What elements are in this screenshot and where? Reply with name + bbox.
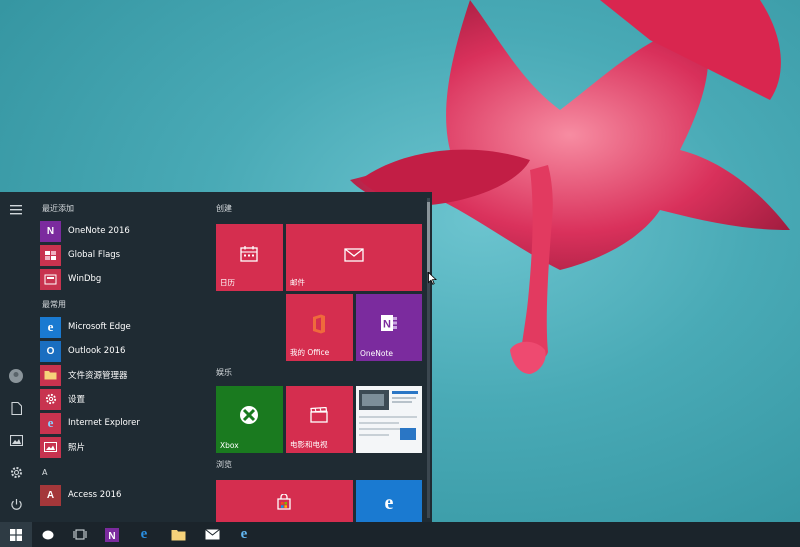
hamburger-icon (10, 205, 22, 215)
tile-label: Xbox (220, 441, 239, 450)
app-item-photos[interactable]: 照片 (40, 436, 208, 458)
power-button[interactable] (4, 492, 28, 516)
tile-group-play: 娱乐 (216, 368, 232, 377)
gear-icon (10, 466, 22, 478)
mail-icon (204, 529, 220, 540)
app-item-windbg[interactable]: WinDbg (40, 268, 208, 290)
tile-group-explore: 浏览 (216, 460, 232, 469)
app-item-internet-explorer[interactable]: e Internet Explorer (40, 412, 208, 434)
app-item-onenote-2016[interactable]: N OneNote 2016 (40, 220, 208, 242)
section-letter-a: A (42, 468, 48, 477)
tile-calendar[interactable]: 日历 (216, 224, 283, 291)
office-icon (308, 312, 330, 336)
start-menu: 最近添加 N OneNote 2016 Global Flags WinDbg … (0, 192, 432, 522)
onenote-icon: N (105, 527, 119, 542)
tile-edge[interactable]: e (356, 480, 422, 522)
app-item-access-2016[interactable]: A Access 2016 (40, 484, 208, 506)
file-explorer-icon (40, 364, 61, 386)
access-icon: A (40, 484, 61, 506)
outlook-icon: O (40, 340, 61, 362)
ie-icon: e (40, 412, 61, 434)
app-label: Access 2016 (68, 490, 122, 500)
start-button[interactable] (0, 522, 32, 547)
cortana-icon (42, 530, 54, 539)
mail-icon (342, 245, 366, 265)
svg-text:N: N (108, 531, 115, 542)
settings-rail-button[interactable] (4, 460, 28, 484)
cortana-button[interactable] (32, 522, 64, 547)
taskbar: N e e (0, 522, 800, 547)
start-menu-scrollbar[interactable] (427, 198, 430, 518)
avatar-icon (9, 369, 23, 383)
start-rail (0, 192, 32, 522)
app-label: 文件资源管理器 (68, 371, 128, 381)
tile-photo-preview[interactable] (356, 386, 422, 453)
edge-icon: e (140, 526, 148, 542)
ie-icon: e (240, 526, 248, 542)
app-label: OneNote 2016 (68, 226, 130, 236)
tile-mail[interactable]: 邮件 (286, 224, 422, 291)
document-icon (10, 401, 22, 415)
tile-store[interactable] (216, 480, 353, 522)
section-most-used: 最常用 (42, 300, 66, 309)
app-label: Global Flags (68, 250, 121, 260)
onenote-icon: N (40, 220, 61, 242)
app-list: 最近添加 N OneNote 2016 Global Flags WinDbg … (32, 192, 210, 522)
task-view-button[interactable] (64, 522, 96, 547)
taskbar-internet-explorer[interactable]: e (228, 522, 260, 547)
power-icon (10, 498, 22, 510)
edge-icon: e (40, 316, 61, 338)
mouse-cursor-icon (428, 272, 437, 285)
folder-icon (171, 529, 185, 540)
tile-movies-tv[interactable]: 电影和电视 (286, 386, 353, 453)
clapperboard-icon (308, 404, 330, 426)
app-item-settings[interactable]: 设置 (40, 388, 208, 410)
photo-preview-image (356, 386, 422, 453)
app-label: WinDbg (68, 274, 102, 284)
xbox-icon (238, 404, 260, 426)
tile-xbox[interactable]: Xbox (216, 386, 283, 453)
app-label: Internet Explorer (68, 418, 140, 428)
pictures-icon (9, 434, 23, 446)
tile-label: OneNote (360, 349, 394, 358)
app-item-microsoft-edge[interactable]: e Microsoft Edge (40, 316, 208, 338)
edge-tile-icon: e (384, 491, 394, 514)
onenote-tile-icon: N (377, 311, 401, 335)
tile-label: 电影和电视 (290, 440, 328, 449)
user-account-button[interactable] (4, 364, 28, 388)
section-recently-added: 最近添加 (42, 204, 74, 213)
tile-label: 我的 Office (290, 348, 330, 357)
photos-icon (40, 436, 61, 458)
taskbar-edge[interactable]: e (128, 522, 160, 547)
global-flags-icon (40, 244, 61, 266)
tile-onenote[interactable]: N OneNote (356, 294, 422, 361)
app-label: 设置 (68, 395, 86, 405)
live-tiles: 创建 日历 邮件 我的 Office N OneNote 娱乐 Xbox 电影和… (210, 192, 426, 522)
taskbar-mail[interactable] (196, 522, 228, 547)
tile-group-create: 创建 (216, 204, 232, 213)
scrollbar-thumb[interactable] (427, 202, 430, 272)
task-view-icon (73, 529, 87, 540)
svg-text:N: N (383, 319, 391, 331)
tile-label: 日历 (220, 278, 235, 287)
documents-button[interactable] (4, 396, 28, 420)
taskbar-file-explorer[interactable] (162, 522, 194, 547)
app-item-file-explorer[interactable]: 文件资源管理器 (40, 364, 208, 386)
app-label: Outlook 2016 (68, 346, 126, 356)
calendar-icon (237, 241, 261, 265)
store-bag-icon (274, 492, 294, 512)
tile-my-office[interactable]: 我的 Office (286, 294, 353, 361)
app-item-outlook-2016[interactable]: O Outlook 2016 (40, 340, 208, 362)
windows-logo-icon (10, 528, 22, 541)
app-label: Microsoft Edge (68, 322, 131, 332)
app-item-global-flags[interactable]: Global Flags (40, 244, 208, 266)
app-label: 照片 (68, 443, 86, 453)
pictures-button[interactable] (4, 428, 28, 452)
taskbar-onenote[interactable]: N (96, 522, 128, 547)
tile-label: 邮件 (290, 278, 305, 287)
hamburger-menu-button[interactable] (4, 198, 28, 222)
settings-icon (40, 388, 61, 410)
windbg-icon (40, 268, 61, 290)
